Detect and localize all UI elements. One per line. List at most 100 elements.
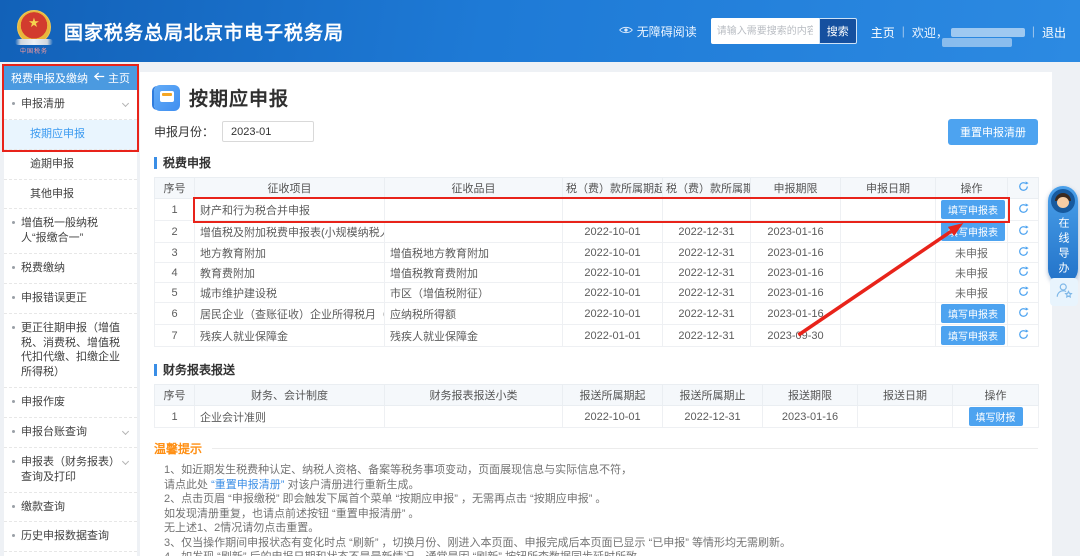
table-cell: 2023-01-16 [751, 283, 841, 303]
column-header: 操作 [936, 178, 1008, 199]
table-cell: 市区（增值税附征） [385, 283, 563, 303]
column-header: 申报期限 [751, 178, 841, 199]
declare-month-input[interactable] [222, 121, 314, 142]
table-cell [1008, 325, 1039, 347]
table-cell: 2022-10-01 [563, 243, 663, 263]
sidebar-item[interactable]: 按期应申报 [4, 120, 137, 150]
sidebar-header: 税费申报及缴纳 主页 [4, 66, 137, 90]
table-cell [1008, 263, 1039, 283]
table-cell [563, 199, 663, 221]
fill-declaration-button[interactable]: 填写申报表 [941, 326, 1005, 345]
sidebar-item[interactable]: 税费缴纳 [4, 254, 137, 284]
finance-section-title: 财务报表报送 [154, 361, 1038, 378]
table-cell: 残疾人就业保障金 [195, 325, 385, 347]
online-guide-widget[interactable]: 在线导办 [1048, 186, 1078, 284]
sidebar-item[interactable]: 增值税一般纳税人“报缴合一” [4, 209, 137, 254]
table-cell: 2 [155, 221, 195, 243]
table-cell [841, 243, 936, 263]
table-cell: 城市维护建设税 [195, 283, 385, 303]
refresh-icon[interactable] [1018, 225, 1029, 236]
refresh-icon[interactable] [1018, 266, 1029, 277]
column-header: 财务报表报送小类 [385, 385, 563, 406]
table-cell [841, 263, 936, 283]
table-cell: 增值税教育费附加 [385, 263, 563, 283]
status-text: 未申报 [955, 268, 988, 280]
fill-declaration-button[interactable]: 填写申报表 [941, 200, 1005, 219]
tips-title: 温馨提示 [154, 440, 202, 457]
tips-line: 1、如近期发生税费种认定、纳税人资格、备案等税务事项变动，页面展现信息与实际信息… [164, 464, 1038, 478]
table-cell: 2023-01-16 [763, 406, 858, 428]
table-cell: 2022-12-31 [663, 283, 751, 303]
favorite-user-widget[interactable] [1050, 278, 1078, 306]
chevron-down-icon [122, 428, 129, 435]
table-cell: 企业会计准则 [195, 406, 385, 428]
status-text: 未申报 [955, 248, 988, 260]
table-cell [385, 221, 563, 243]
table-cell: 2023-09-30 [751, 325, 841, 347]
table-row: 7残疾人就业保障金残疾人就业保障金2022-01-012022-12-31202… [155, 325, 1039, 347]
table-cell: 2022-12-31 [663, 243, 751, 263]
tips-line: 如发现清册重复，也请点前述按钮 “重置申报清册” 。 [164, 508, 1038, 522]
table-cell: 3 [155, 243, 195, 263]
fill-declaration-button[interactable]: 填写申报表 [941, 304, 1005, 323]
column-header: 税（费）款所属期止 [663, 178, 751, 199]
sidebar-item[interactable]: 历史申报数据查询 [4, 522, 137, 552]
tax-bureau-logo: ★ 中国税务 [14, 9, 54, 53]
column-header: 征收项目 [195, 178, 385, 199]
sidebar-item[interactable]: 申报辅助信息报告 [4, 552, 137, 556]
sidebar-item[interactable]: 更正往期申报（增值税、消费税、增值税代扣代缴、扣缴企业所得税） [4, 314, 137, 388]
table-cell: 6 [155, 303, 195, 325]
brand: ★ 中国税务 国家税务总局北京市电子税务局 [14, 9, 344, 53]
page: ★ 中国税务 国家税务总局北京市电子税务局 无障碍阅读 搜索 主页 | 欢迎， [0, 0, 1080, 556]
reset-list-button[interactable]: 重置申报清册 [948, 119, 1038, 145]
column-header: 申报日期 [841, 178, 936, 199]
refresh-icon[interactable] [1018, 181, 1029, 192]
table-cell [1008, 243, 1039, 263]
table-cell: 教育费附加 [195, 263, 385, 283]
search-button[interactable]: 搜索 [819, 18, 857, 44]
refresh-icon[interactable] [1018, 307, 1029, 318]
main-content: 按期应申报 申报月份： 重置申报清册 税费申报 序号征收项目征收品目税（费）款所… [140, 72, 1052, 556]
refresh-icon[interactable] [1018, 286, 1029, 297]
sidebar-item[interactable]: 其他申报 [4, 180, 137, 210]
sidebar-item[interactable]: 申报清册 [4, 90, 137, 120]
fill-declaration-button[interactable]: 填写申报表 [941, 222, 1005, 241]
home-link[interactable]: 主页 [871, 24, 895, 41]
sidebar-item[interactable]: 逾期申报 [4, 150, 137, 180]
fill-finance-report-button[interactable]: 填写财报 [969, 407, 1023, 426]
table-cell: 5 [155, 283, 195, 303]
refresh-icon[interactable] [1018, 203, 1029, 214]
table-cell [1008, 283, 1039, 303]
tips-link[interactable]: “重置申报清册” [211, 479, 284, 491]
page-title: 按期应申报 [189, 84, 289, 111]
table-cell: 残疾人就业保障金 [385, 325, 563, 347]
logout-link[interactable]: 退出 [1042, 24, 1066, 41]
refresh-icon[interactable] [1018, 329, 1029, 340]
declaration-icon [154, 85, 180, 111]
back-home-link[interactable]: 主页 [94, 70, 130, 86]
sidebar-item[interactable]: 申报表（财务报表）查询及打印 [4, 448, 137, 493]
accessibility-link[interactable]: 无障碍阅读 [619, 23, 697, 40]
refresh-icon[interactable] [1018, 246, 1029, 257]
table-cell [1008, 199, 1039, 221]
table-cell: 2023-01-16 [751, 263, 841, 283]
sidebar-item[interactable]: 缴款查询 [4, 493, 137, 523]
table-cell [1008, 303, 1039, 325]
redacted-username [951, 28, 1025, 37]
sidebar-item[interactable]: 申报作废 [4, 388, 137, 418]
search-input[interactable] [711, 18, 819, 44]
table-cell: 1 [155, 199, 195, 221]
logo-caption: 中国税务 [14, 46, 54, 55]
column-header: 报送日期 [858, 385, 953, 406]
chevron-down-icon [122, 100, 129, 107]
table-cell [663, 199, 751, 221]
table-cell: 2022-12-31 [663, 221, 751, 243]
tips-section: 温馨提示 1、如近期发生税费种认定、纳税人资格、备案等税务事项变动，页面展现信息… [154, 440, 1038, 556]
back-arrow-icon [94, 72, 105, 84]
column-header: 报送所属期止 [663, 385, 763, 406]
sidebar-item[interactable]: 申报错误更正 [4, 284, 137, 314]
action-cell: 填写申报表 [936, 199, 1008, 221]
customer-service-avatar [1051, 189, 1075, 213]
sidebar-item[interactable]: 申报台账查询 [4, 418, 137, 448]
month-label: 申报月份： [154, 123, 214, 140]
